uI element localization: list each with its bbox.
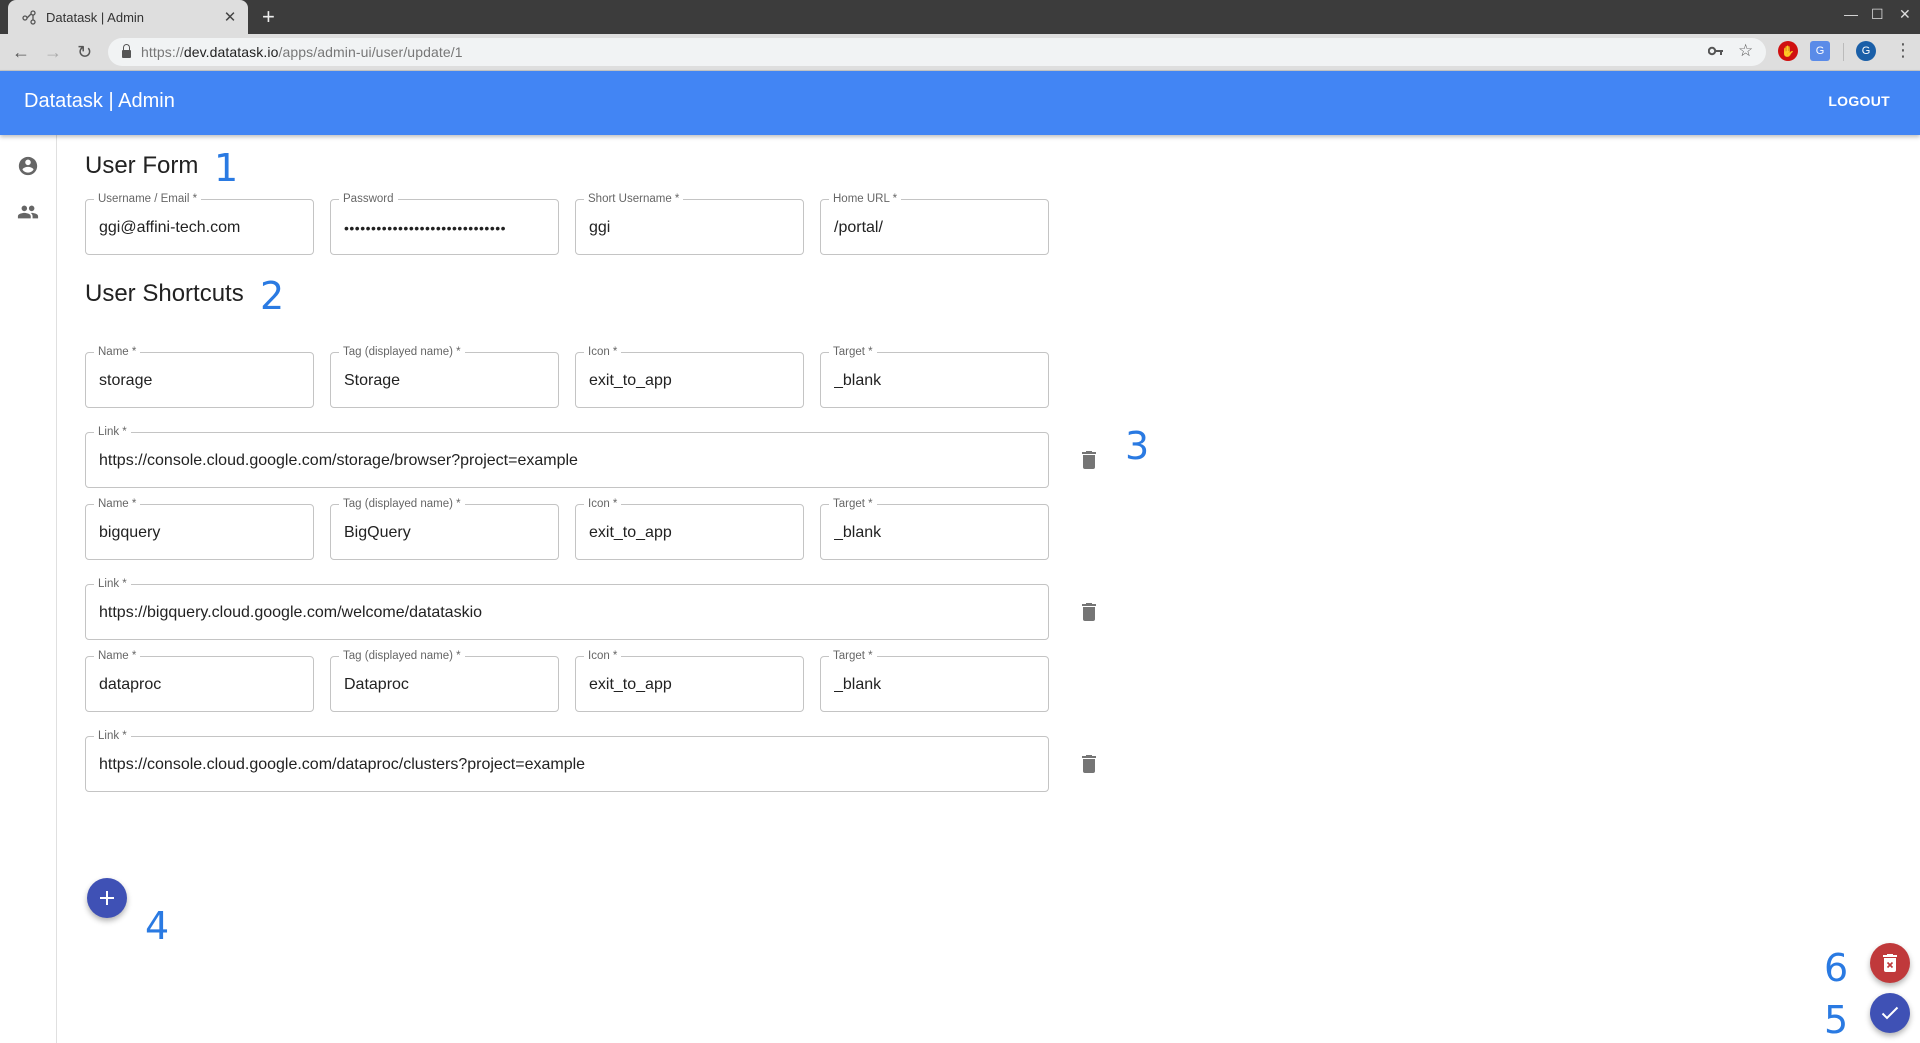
address-bar[interactable]: https://dev.datatask.io/apps/admin-ui/us… bbox=[108, 38, 1766, 66]
tab-title: Datatask | Admin bbox=[46, 9, 145, 25]
new-tab-icon[interactable]: + bbox=[262, 5, 275, 29]
check-icon bbox=[1881, 1006, 1899, 1020]
shortcut-link-field[interactable]: Link * bbox=[85, 729, 1049, 792]
shortcut-tag-field[interactable]: Tag (displayed name) * bbox=[330, 649, 559, 712]
shortcut-name-input[interactable] bbox=[99, 674, 303, 696]
adblock-extension-icon[interactable]: ✋ bbox=[1778, 41, 1798, 61]
window-close-icon[interactable]: ✕ bbox=[1899, 6, 1911, 23]
short-username-field[interactable]: Short Username * bbox=[575, 192, 804, 255]
shortcut-tag-input[interactable] bbox=[344, 370, 548, 392]
back-icon[interactable]: ← bbox=[12, 42, 30, 62]
logout-button[interactable]: LOGOUT bbox=[1828, 93, 1890, 109]
password-field[interactable]: Password bbox=[330, 192, 559, 255]
shortcut-link-input[interactable] bbox=[99, 754, 1038, 776]
shortcut-tag-field[interactable]: Tag (displayed name) * bbox=[330, 497, 559, 560]
main-content: User Form 1 Username / Email * Password … bbox=[57, 135, 1920, 1043]
people-icon[interactable] bbox=[17, 201, 39, 223]
browser-tab[interactable]: Datatask | Admin ✕ bbox=[8, 0, 248, 34]
shortcut-link-input[interactable] bbox=[99, 602, 1038, 624]
shortcut-name-field[interactable]: Name * bbox=[85, 345, 314, 408]
save-user-button[interactable] bbox=[1870, 993, 1910, 1033]
app-brand: Datatask | Admin bbox=[24, 90, 175, 112]
shortcut-icon-field[interactable]: Icon * bbox=[575, 497, 804, 560]
shortcut-icon-input[interactable] bbox=[589, 522, 793, 544]
shortcut-icon-field[interactable]: Icon * bbox=[575, 345, 804, 408]
datatask-favicon-icon bbox=[22, 9, 38, 25]
tab-close-icon[interactable]: ✕ bbox=[222, 8, 238, 26]
delete-shortcut-icon[interactable] bbox=[1082, 451, 1098, 471]
plus-icon bbox=[100, 891, 114, 905]
shortcut-target-field[interactable]: Target * bbox=[820, 497, 1049, 560]
shortcut-icon-input[interactable] bbox=[589, 674, 793, 696]
browser-tab-strip: Datatask | Admin ✕ + — ☐ ✕ bbox=[0, 0, 1920, 34]
minimize-icon[interactable]: — bbox=[1844, 6, 1858, 22]
browser-menu-icon[interactable]: ⋮ bbox=[1894, 40, 1912, 60]
username-email-input[interactable] bbox=[99, 217, 303, 239]
delete-forever-icon bbox=[1883, 954, 1897, 972]
delete-shortcut-icon[interactable] bbox=[1082, 755, 1098, 775]
browser-toolbar: ← → ↻ https://dev.datatask.io/apps/admin… bbox=[0, 34, 1920, 71]
user-form-title: User Form bbox=[85, 152, 199, 179]
shortcut-link-field[interactable]: Link * bbox=[85, 425, 1049, 488]
shortcut-name-input[interactable] bbox=[99, 370, 303, 392]
bookmark-star-icon[interactable]: ☆ bbox=[1738, 41, 1753, 61]
translate-extension-icon[interactable]: G bbox=[1810, 41, 1830, 61]
username-email-field[interactable]: Username / Email * bbox=[85, 192, 314, 255]
home-url-field[interactable]: Home URL * bbox=[820, 192, 1049, 255]
shortcut-link-input[interactable] bbox=[99, 450, 1038, 472]
annotation-6: 6 bbox=[1824, 946, 1849, 990]
add-shortcut-button[interactable] bbox=[87, 878, 127, 918]
annotation-5: 5 bbox=[1824, 998, 1849, 1042]
shortcut-name-input[interactable] bbox=[99, 522, 303, 544]
delete-shortcut-icon[interactable] bbox=[1082, 603, 1098, 623]
app-header: Datatask | Admin LOGOUT bbox=[0, 71, 1920, 135]
shortcut-target-field[interactable]: Target * bbox=[820, 649, 1049, 712]
delete-user-button[interactable] bbox=[1870, 943, 1910, 983]
toolbar-divider bbox=[1843, 43, 1844, 61]
shortcut-target-field[interactable]: Target * bbox=[820, 345, 1049, 408]
url-text: https://dev.datatask.io/apps/admin-ui/us… bbox=[141, 44, 463, 60]
account-circle-icon[interactable] bbox=[17, 155, 39, 177]
key-icon[interactable] bbox=[1707, 44, 1724, 62]
shortcut-name-field[interactable]: Name * bbox=[85, 497, 314, 560]
home-url-input[interactable] bbox=[834, 217, 1038, 239]
profile-avatar[interactable]: G bbox=[1856, 41, 1876, 61]
shortcut-tag-field[interactable]: Tag (displayed name) * bbox=[330, 345, 559, 408]
shortcut-target-input[interactable] bbox=[834, 674, 1038, 696]
annotation-4: 4 bbox=[145, 904, 170, 948]
annotation-3: 3 bbox=[1125, 424, 1150, 468]
user-shortcuts-title: User Shortcuts bbox=[85, 280, 244, 307]
password-input[interactable] bbox=[344, 217, 548, 239]
shortcut-tag-input[interactable] bbox=[344, 674, 548, 696]
annotation-2: 2 bbox=[260, 274, 285, 318]
short-username-input[interactable] bbox=[589, 217, 793, 239]
shortcut-link-field[interactable]: Link * bbox=[85, 577, 1049, 640]
forward-icon[interactable]: → bbox=[44, 42, 62, 62]
shortcut-target-input[interactable] bbox=[834, 522, 1038, 544]
annotation-1: 1 bbox=[214, 146, 239, 190]
shortcut-icon-field[interactable]: Icon * bbox=[575, 649, 804, 712]
shortcut-icon-input[interactable] bbox=[589, 370, 793, 392]
shortcut-name-field[interactable]: Name * bbox=[85, 649, 314, 712]
sidebar bbox=[0, 135, 57, 1043]
shortcut-target-input[interactable] bbox=[834, 370, 1038, 392]
reload-icon[interactable]: ↻ bbox=[77, 42, 92, 62]
lock-icon bbox=[122, 44, 131, 58]
shortcut-tag-input[interactable] bbox=[344, 522, 548, 544]
maximize-icon[interactable]: ☐ bbox=[1871, 6, 1884, 23]
